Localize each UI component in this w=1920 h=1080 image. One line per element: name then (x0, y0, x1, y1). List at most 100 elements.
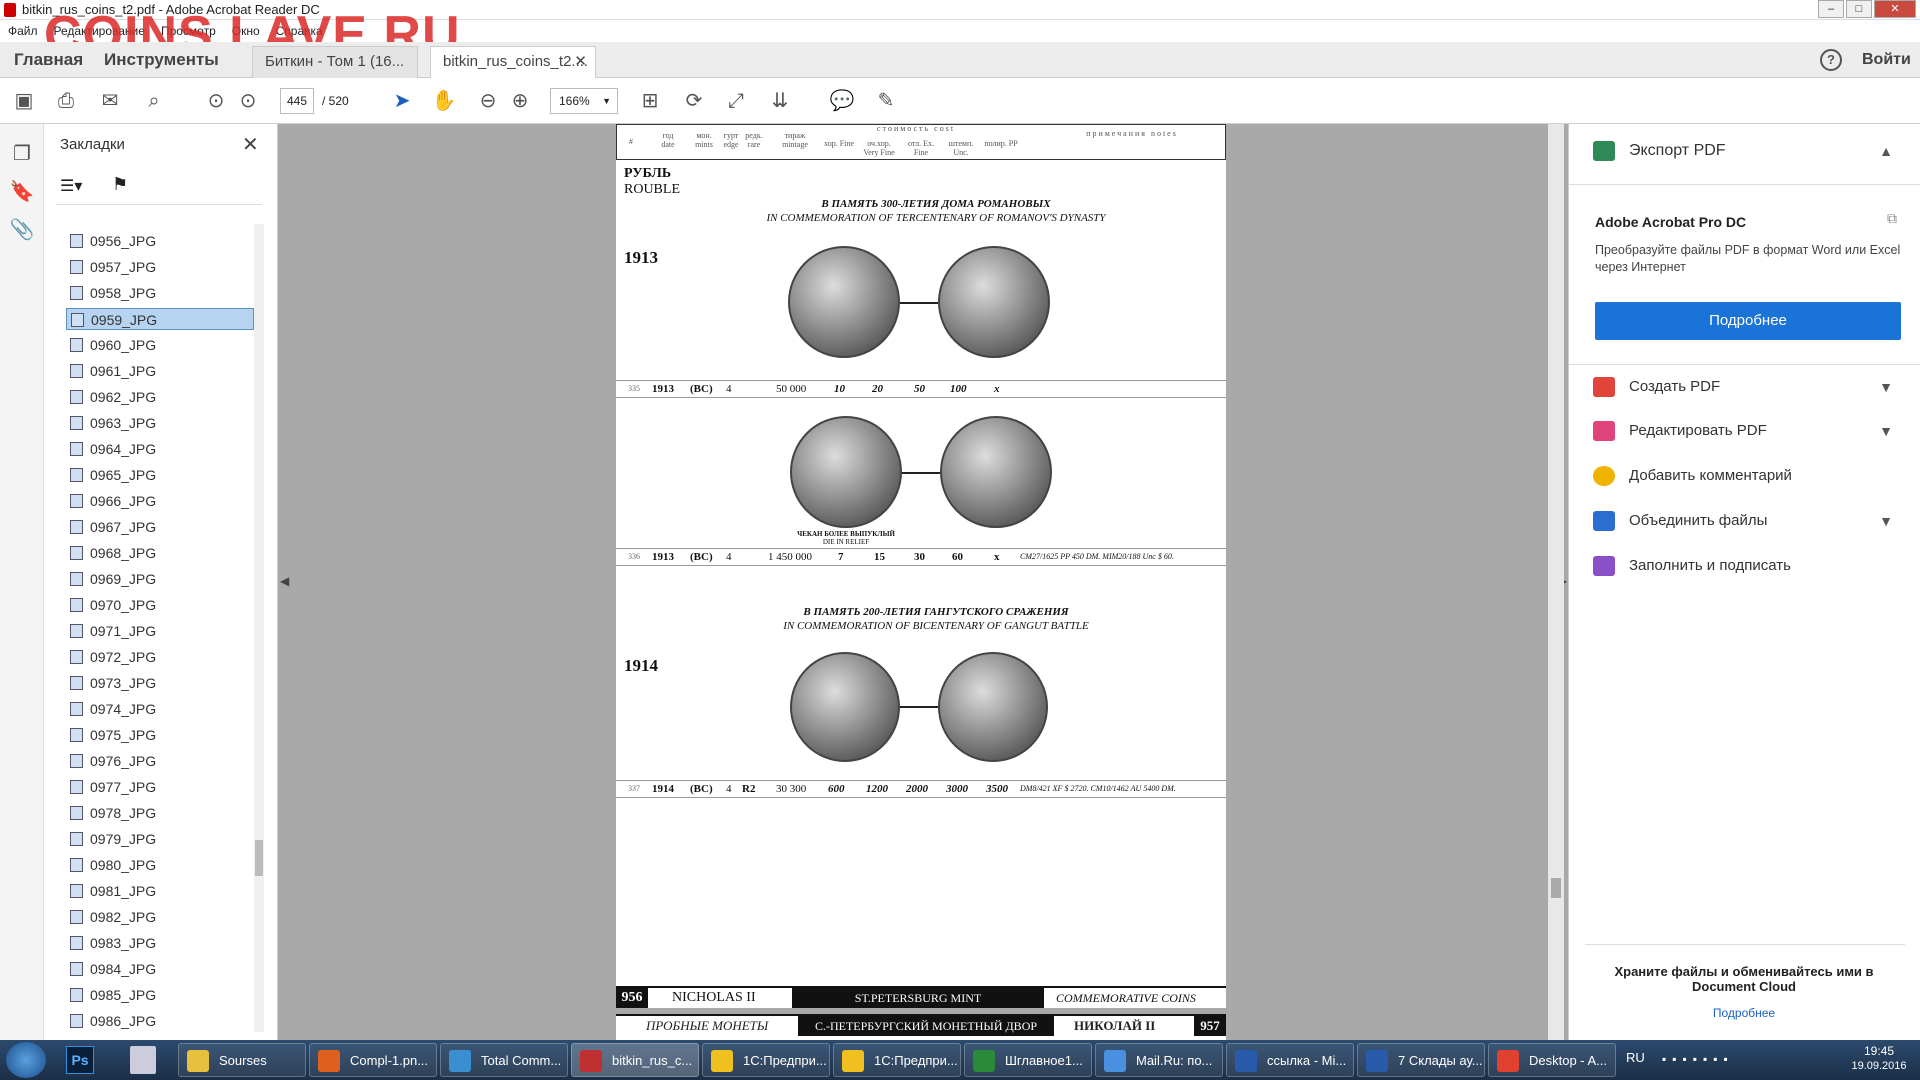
attachments-icon[interactable]: 📎 (8, 216, 36, 244)
tab-home[interactable]: Главная (14, 42, 83, 78)
taskbar-item[interactable]: 1С:Предпри... (833, 1043, 961, 1077)
print-icon[interactable]: ⎙ (52, 87, 80, 115)
tray-icons[interactable]: ▪▪▪▪▪▪▪ (1662, 1052, 1734, 1066)
clock-date[interactable]: 19.09.2016 (1844, 1060, 1914, 1072)
bookmark-item[interactable]: 0978_JPG (66, 802, 254, 824)
bookmark-item[interactable]: 0979_JPG (66, 828, 254, 850)
page-number-input[interactable]: 445 (280, 88, 314, 114)
bookmark-item[interactable]: 0965_JPG (66, 464, 254, 486)
bookmark-scrollbar[interactable] (254, 224, 264, 1032)
scroll-mode-icon[interactable]: ⇊ (766, 87, 794, 115)
taskbar-item[interactable]: Desktop - A... (1488, 1043, 1616, 1077)
taskbar-item[interactable]: Total Comm... (440, 1043, 568, 1077)
bookmark-item[interactable]: 0986_JPG (66, 1010, 254, 1032)
bookmark-item[interactable]: 0956_JPG (66, 230, 254, 252)
taskbar-item[interactable]: Mail.Ru: по... (1095, 1043, 1223, 1077)
language-indicator[interactable]: RU (1626, 1050, 1645, 1065)
maximize-button[interactable]: □ (1846, 0, 1872, 18)
bookmark-item[interactable]: 0963_JPG (66, 412, 254, 434)
collapse-left-icon[interactable]: ◀ (280, 574, 289, 588)
rotate-icon[interactable]: ⟳ (680, 87, 708, 115)
minimize-button[interactable]: – (1818, 0, 1844, 18)
save-icon[interactable]: ▣ (10, 87, 38, 115)
bookmark-item[interactable]: 0982_JPG (66, 906, 254, 928)
draw-icon[interactable]: ✎ (872, 87, 900, 115)
copy-icon[interactable]: ⧉ (1887, 210, 1897, 227)
bookmark-item[interactable]: 0959_JPG (66, 308, 254, 330)
document-scrollbar-thumb[interactable] (1551, 878, 1561, 898)
bookmark-item[interactable]: 0958_JPG (66, 282, 254, 304)
edit-pdf-item[interactable]: Редактировать PDF ▼ (1593, 416, 1893, 446)
tab-tools[interactable]: Инструменты (104, 42, 219, 78)
bookmark-item[interactable]: 0981_JPG (66, 880, 254, 902)
photoshop-icon[interactable]: Ps (66, 1046, 94, 1074)
bookmark-item[interactable]: 0984_JPG (66, 958, 254, 980)
taskbar-item[interactable]: Шглавное1... (964, 1043, 1092, 1077)
bookmark-item[interactable]: 0973_JPG (66, 672, 254, 694)
bookmark-item[interactable]: 0961_JPG (66, 360, 254, 382)
tab-close-icon[interactable]: ✕ (574, 47, 587, 77)
bookmark-item[interactable]: 0962_JPG (66, 386, 254, 408)
taskbar-item[interactable]: 1С:Предпри... (702, 1043, 830, 1077)
zoom-in-icon[interactable]: ⊕ (506, 87, 534, 115)
learn-more-button[interactable]: Подробнее (1595, 302, 1901, 340)
bookmark-item[interactable]: 0964_JPG (66, 438, 254, 460)
promo-learn-more-link[interactable]: Подробнее (1609, 1006, 1879, 1020)
page-thumbnails-icon[interactable]: ❐ (8, 140, 36, 168)
bookmark-item[interactable]: 0960_JPG (66, 334, 254, 356)
close-panel-icon[interactable]: ✕ (242, 132, 259, 157)
comment-icon[interactable]: 💬 (828, 87, 856, 115)
help-icon[interactable]: ? (1820, 49, 1842, 71)
taskbar-item[interactable]: bitkin_rus_c... (571, 1043, 699, 1077)
scrollbar-thumb[interactable] (255, 840, 263, 876)
combine-files-item[interactable]: Объединить файлы ▼ (1593, 506, 1893, 536)
fill-sign-item[interactable]: Заполнить и подписать (1593, 551, 1893, 581)
fit-page-icon[interactable]: ⊞ (636, 87, 664, 115)
bookmark-item[interactable]: 0974_JPG (66, 698, 254, 720)
clock-time[interactable]: 19:45 (1844, 1044, 1914, 1058)
bookmark-item[interactable]: 0983_JPG (66, 932, 254, 954)
document-view[interactable]: ◀ ▶ # год date мон. mints гурт edge редк… (278, 124, 1568, 1040)
select-tool-icon[interactable]: ➤ (388, 87, 416, 115)
zoom-out-icon[interactable]: ⊖ (474, 87, 502, 115)
bookmark-item[interactable]: 0972_JPG (66, 646, 254, 668)
bookmark-item[interactable]: 0970_JPG (66, 594, 254, 616)
bookmark-options-icon[interactable]: ☰▾ (60, 176, 82, 196)
full-screen-icon[interactable]: ⤢ (722, 87, 750, 115)
page-up-icon[interactable]: ⊙ (202, 87, 230, 115)
bookmark-item[interactable]: 0977_JPG (66, 776, 254, 798)
bookmark-item[interactable]: 0968_JPG (66, 542, 254, 564)
bookmark-item[interactable]: 0980_JPG (66, 854, 254, 876)
add-comment-item[interactable]: Добавить комментарий (1593, 461, 1893, 491)
taskbar-item[interactable]: Compl-1.pn... (309, 1043, 437, 1077)
page-down-icon[interactable]: ⊙ (234, 87, 262, 115)
sign-in-link[interactable]: Войти (1862, 42, 1911, 78)
tab-document-1[interactable]: Биткин - Том 1 (16... (252, 46, 418, 78)
bookmark-item[interactable]: 0967_JPG (66, 516, 254, 538)
tab-document-2[interactable]: bitkin_rus_coins_t2.... ✕ (430, 46, 596, 78)
email-icon[interactable]: ✉ (96, 87, 124, 115)
bookmark-item[interactable]: 0976_JPG (66, 750, 254, 772)
bookmark-item[interactable]: 0985_JPG (66, 984, 254, 1006)
bookmark-item[interactable]: 0966_JPG (66, 490, 254, 512)
start-button[interactable] (6, 1042, 46, 1078)
bookmark-item[interactable]: 0957_JPG (66, 256, 254, 278)
bookmark-item[interactable]: 0975_JPG (66, 724, 254, 746)
zoom-select[interactable]: 166% ▼ (550, 88, 618, 114)
hand-tool-icon[interactable]: ✋ (430, 87, 458, 115)
taskbar-item[interactable]: Sourses (178, 1043, 306, 1077)
bookmark-item[interactable]: 0969_JPG (66, 568, 254, 590)
close-window-button[interactable]: ✕ (1874, 0, 1916, 18)
calculator-icon[interactable] (130, 1046, 156, 1074)
document-scrollbar[interactable] (1548, 124, 1564, 1040)
bookmark-item[interactable]: 0971_JPG (66, 620, 254, 642)
new-bookmark-icon[interactable]: ⚑ (112, 174, 128, 195)
taskbar-item[interactable]: 7 Склады ау... (1357, 1043, 1485, 1077)
bookmarks-icon[interactable]: 🔖 (8, 178, 36, 206)
taskbar-item[interactable]: ссылка - Mi... (1226, 1043, 1354, 1077)
menu-file[interactable]: Файл (8, 24, 38, 38)
export-pdf-header[interactable]: Экспорт PDF ▲ (1593, 136, 1893, 166)
search-icon[interactable]: ⌕ (140, 87, 168, 115)
create-pdf-item[interactable]: Создать PDF ▼ (1593, 372, 1893, 402)
add-comment-label: Добавить комментарий (1629, 467, 1792, 484)
